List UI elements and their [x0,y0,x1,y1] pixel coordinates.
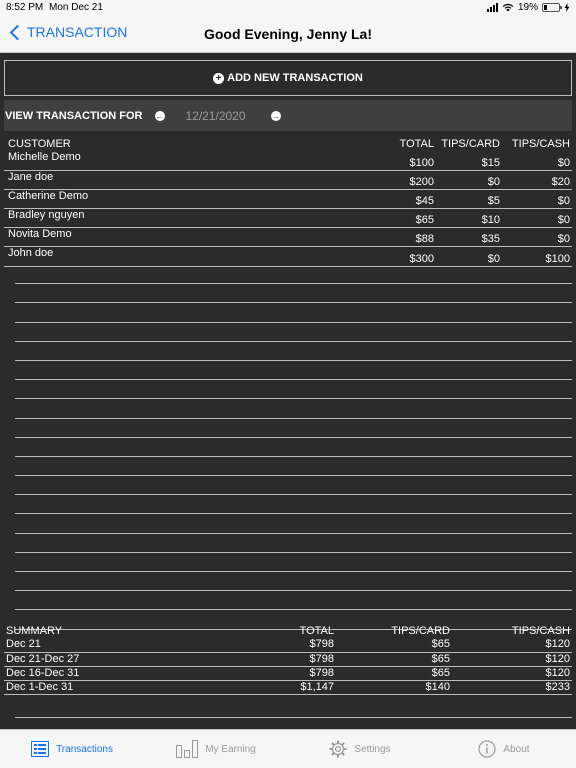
header-summary-tips-cash: TIPS/CASH [511,625,570,637]
view-transaction-label: VIEW TRANSACTION FOR [5,109,143,122]
tab-bar: Transactions My Earning Settings About [0,729,576,768]
cell-tips-cash: $20 [504,170,572,190]
cell-customer: John doe [4,246,374,267]
table-row[interactable]: Catherine Demo $45 $5 $0 [4,189,572,210]
main-content: + ADD NEW TRANSACTION VIEW TRANSACTION F… [0,53,576,729]
gear-icon [329,740,347,758]
table-row[interactable]: Jane doe $200 $0 $20 [4,170,572,190]
tab-transactions-label: Transactions [56,743,113,755]
info-icon [478,740,497,758]
summary-header-row: SUMMARY TOTAL TIPS/CARD TIPS/CASH [4,624,572,638]
tab-transactions[interactable]: Transactions [0,730,144,768]
cell-total: $88 [374,227,438,248]
cell-tips-card: $65 [338,638,456,653]
header-tips-cash: TIPS/CASH [511,138,570,150]
table-row[interactable]: Novita Demo $88 $35 $0 [4,227,572,248]
summary-row: Dec 1-Dec 31 $1,147 $140 $233 [4,680,572,695]
status-bar: 8:52 PM Mon Dec 21 19% [0,0,576,16]
date-field[interactable]: 12/21/2020 [176,109,256,123]
cell-total: $200 [374,170,438,190]
status-time: 8:52 PM [6,2,44,13]
battery-percent: 19% [517,2,538,13]
cell-period: Dec 21-Dec 27 [4,652,238,667]
cell-total: $300 [374,246,438,267]
summary-row: Dec 21 $798 $65 $120 [4,638,572,653]
nav-bar: TRANSACTION Good Evening, Jenny La! [0,16,576,53]
tab-about[interactable]: About [432,730,576,768]
cell-period: Dec 16-Dec 31 [4,666,238,681]
table-row[interactable]: Michelle Demo $100 $15 $0 [4,151,572,171]
header-summary-tips-card: TIPS/CARD [391,625,450,637]
tab-settings-label: Settings [354,743,391,755]
prev-date-button[interactable]: ← [154,110,165,121]
cell-tips-card: $10 [438,208,504,229]
header-total: TOTAL [399,138,434,150]
next-date-button[interactable]: → [270,110,281,121]
table-row[interactable]: John doe $300 $0 $100 [4,246,572,267]
cell-total: $45 [374,189,438,210]
cell-tips-cash: $0 [504,227,572,248]
cell-total: $1,147 [238,680,338,695]
signal-icon [486,3,498,12]
header-customer: CUSTOMER [8,138,71,150]
cell-tips-cash: $120 [456,652,572,667]
cell-customer: Catherine Demo [4,189,374,210]
empty-row-lines [15,265,572,630]
summary-table: SUMMARY TOTAL TIPS/CARD TIPS/CASH Dec 21… [4,624,572,695]
header-tips-card: TIPS/CARD [441,138,500,150]
summary-row: Dec 16-Dec 31 $798 $65 $120 [4,666,572,681]
cell-customer: Novita Demo [4,227,374,248]
cell-customer: Bradley nguyen [4,208,374,229]
plus-circle-icon: + [213,72,225,84]
cell-total: $798 [238,666,338,681]
add-transaction-label: ADD NEW TRANSACTION [227,72,363,84]
tab-about-label: About [503,743,530,755]
cell-tips-card: $0 [438,170,504,190]
charging-icon [564,3,570,12]
tab-my-earning-label: My Earning [205,743,256,755]
cell-tips-card: $140 [338,680,456,695]
cell-tips-card: $5 [438,189,504,210]
view-transaction-bar: VIEW TRANSACTION FOR ← 12/21/2020 → [4,100,572,131]
status-right: 19% [486,2,570,13]
cell-period: Dec 1-Dec 31 [4,680,238,695]
cell-tips-card: $0 [438,246,504,267]
bar-chart-icon [176,740,199,758]
table-row[interactable]: Bradley nguyen $65 $10 $0 [4,208,572,229]
cell-total: $100 [374,151,438,171]
page-title: Good Evening, Jenny La! [203,26,373,42]
status-date: Mon Dec 21 [49,2,103,13]
tab-settings[interactable]: Settings [288,730,432,768]
cell-tips-cash: $120 [456,666,572,681]
cell-customer: Jane doe [4,170,374,190]
summary-empty-lines [15,703,572,729]
wifi-icon [502,3,514,12]
cell-period: Dec 21 [4,638,238,653]
list-icon [31,741,50,757]
cell-tips-cash: $0 [504,208,572,229]
cell-total: $798 [238,652,338,667]
cell-tips-cash: $120 [456,638,572,653]
summary-row: Dec 21-Dec 27 $798 $65 $120 [4,652,572,667]
cell-tips-cash: $233 [456,680,572,695]
add-transaction-button[interactable]: + ADD NEW TRANSACTION [4,60,572,96]
cell-total: $65 [374,208,438,229]
cell-tips-cash: $0 [504,189,572,210]
cell-tips-card: $65 [338,652,456,667]
tab-my-earning[interactable]: My Earning [144,730,288,768]
battery-icon [542,3,562,12]
cell-tips-cash: $100 [504,246,572,267]
cell-total: $798 [238,638,338,653]
cell-tips-card: $15 [438,151,504,171]
transactions-table: CUSTOMER TOTAL TIPS/CARD TIPS/CASH Miche… [4,135,572,267]
cell-customer: Michelle Demo [4,151,374,171]
cell-tips-card: $65 [338,666,456,681]
cell-tips-cash: $0 [504,151,572,171]
header-summary: SUMMARY [6,625,63,637]
cell-tips-card: $35 [438,227,504,248]
transactions-header-row: CUSTOMER TOTAL TIPS/CARD TIPS/CASH [4,135,572,151]
header-summary-total: TOTAL [299,625,334,637]
